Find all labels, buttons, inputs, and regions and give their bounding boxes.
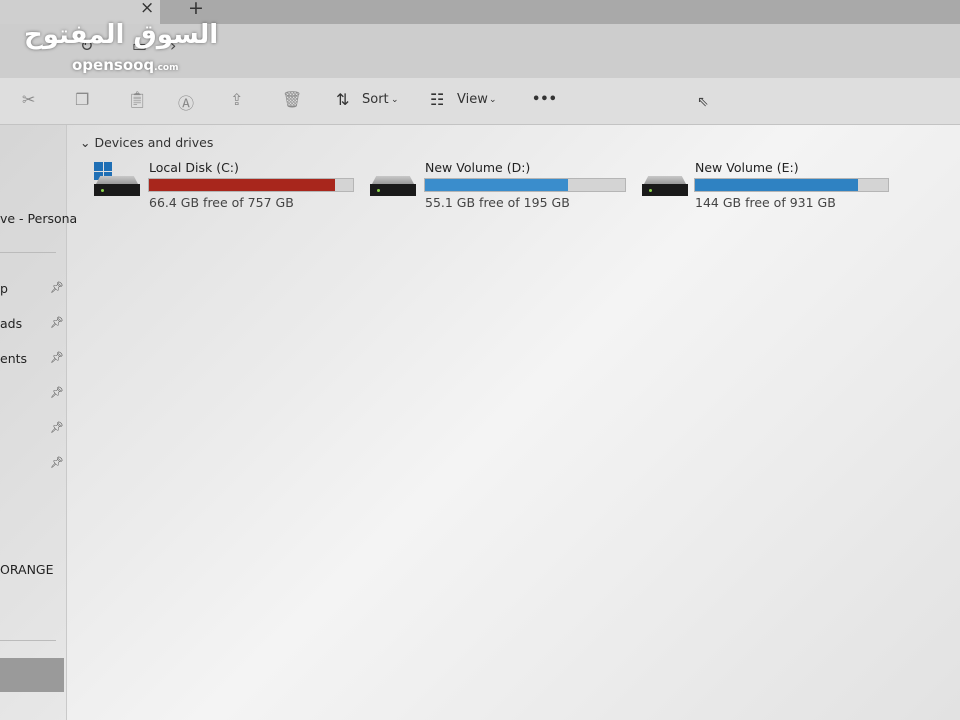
drive-usage-bar (424, 178, 626, 192)
delete-icon[interactable]: 🗑︎ (282, 90, 302, 109)
chevron-down-icon: ⌄ (80, 135, 91, 150)
drive-usage-bar (694, 178, 889, 192)
chevron-down-icon: ⌄ (489, 95, 497, 105)
cut-icon[interactable]: ✂ (22, 90, 35, 109)
view-icon[interactable]: ☷ (430, 90, 444, 109)
drive-name: Local Disk (C:) (149, 160, 239, 175)
sidebar-item-desktop[interactable]: p (0, 281, 8, 296)
divider (0, 252, 56, 253)
drive-free-space: 144 GB free of 931 GB (695, 195, 836, 210)
sort-icon[interactable]: ⇅ (336, 90, 349, 109)
copy-icon[interactable]: ❐ (75, 90, 89, 109)
chevron-down-icon: ⌄ (391, 95, 399, 105)
pin-icon: 📌︎ (50, 351, 64, 364)
divider (0, 640, 56, 641)
more-options-button[interactable]: ••• (532, 92, 557, 107)
pin-icon: 📌︎ (50, 456, 64, 469)
drive-name: New Volume (E:) (695, 160, 799, 175)
pin-icon: 📌︎ (50, 386, 64, 399)
hard-drive-icon (370, 176, 416, 196)
sidebar-item-orange[interactable]: ORANGE (0, 562, 54, 577)
section-title: Devices and drives (94, 135, 214, 150)
pin-icon: 📌︎ (50, 421, 64, 434)
sidebar-item-this-pc-selected[interactable] (0, 658, 64, 692)
share-icon[interactable]: ⇪ (230, 90, 243, 109)
view-button[interactable]: View (457, 92, 488, 107)
new-tab-icon[interactable]: + (188, 0, 204, 19)
pin-icon: 📌︎ (50, 281, 64, 294)
sidebar-item-documents[interactable]: ents (0, 351, 27, 366)
drive-name: New Volume (D:) (425, 160, 531, 175)
close-tab-icon[interactable]: × (140, 0, 154, 18)
hard-drive-icon (94, 176, 140, 196)
pin-icon: 📌︎ (50, 316, 64, 329)
rename-icon[interactable]: Ⓐ (178, 90, 194, 114)
section-devices-and-drives[interactable]: ⌄ Devices and drives (80, 135, 213, 150)
drive-free-space: 66.4 GB free of 757 GB (149, 195, 294, 210)
hard-drive-icon (642, 176, 688, 196)
sidebar-item-onedrive[interactable]: ve - Persona (0, 211, 77, 226)
drive-usage-bar (148, 178, 354, 192)
paste-icon[interactable]: 📋︎ (127, 90, 147, 109)
sort-button[interactable]: Sort (362, 92, 389, 107)
drive-free-space: 55.1 GB free of 195 GB (425, 195, 570, 210)
mouse-cursor-icon: ⇖ (697, 94, 709, 110)
sidebar-item-downloads[interactable]: ads (0, 316, 22, 331)
opensooq-watermark-logo: السوق المفتوح opensooq.com (24, 20, 219, 74)
